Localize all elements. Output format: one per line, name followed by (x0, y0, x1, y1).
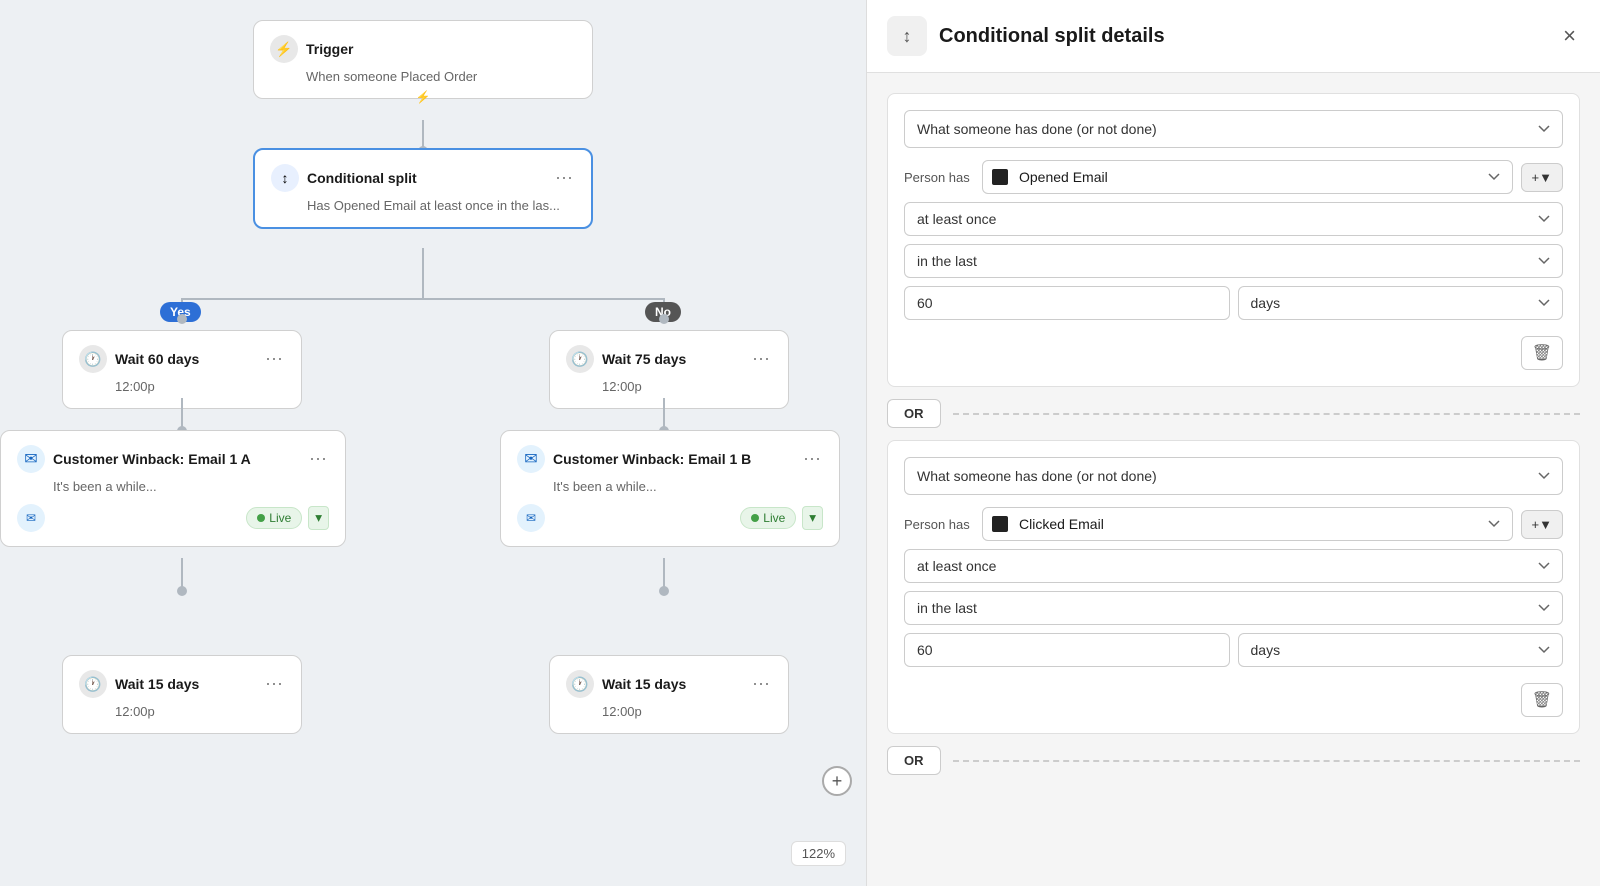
conn-v-left-2 (181, 398, 183, 428)
close-panel-btn[interactable]: × (1559, 19, 1580, 53)
wait-no-1-node: 🕐 Wait 75 days ⋯ 12:00p (549, 330, 789, 409)
panel-title: Conditional split details (939, 25, 1547, 48)
or-btn-2[interactable]: OR (887, 746, 941, 775)
time-select-1[interactable]: in the last (904, 244, 1563, 278)
wait-yes-2-node: 🕐 Wait 15 days ⋯ 12:00p (62, 655, 302, 734)
email-yes-1-menu[interactable]: ⋯ (307, 447, 329, 472)
wait-no-2-time: 12:00p (566, 704, 772, 719)
email-yes-icon: ✉ (17, 445, 45, 473)
panel-split-icon: ↕ (887, 16, 927, 56)
wait-no-1-time: 12:00p (566, 379, 772, 394)
panel-header: ↕ Conditional split details × (867, 0, 1600, 73)
email-yes-1-node[interactable]: ✉ Customer Winback: Email 1 A ⋯ It's bee… (0, 430, 346, 547)
delete-btn-1[interactable]: 🗑 (1521, 336, 1563, 370)
delete-btn-2[interactable]: 🗑 (1521, 683, 1563, 717)
email-yes-1-live: Live (246, 507, 302, 529)
or-line-2 (953, 760, 1581, 762)
or-line-1 (953, 413, 1581, 415)
number-row-2: days (904, 633, 1563, 667)
wait-no-2-node: 🕐 Wait 15 days ⋯ 12:00p (549, 655, 789, 734)
wait-yes-2-time: 12:00p (79, 704, 285, 719)
conditional-node[interactable]: ↕ Conditional split ⋯ Has Opened Email a… (253, 148, 593, 229)
right-panel: ↕ Conditional split details × What someo… (866, 0, 1600, 886)
filter-btn-2[interactable]: +▼ (1521, 510, 1563, 539)
email-yes-1-live-dropdown[interactable]: ▾ (308, 506, 329, 530)
conditional-icon: ↕ (271, 164, 299, 192)
email-no-1-live: Live (740, 507, 796, 529)
number-input-1[interactable] (904, 286, 1230, 320)
conn-v-right-2 (663, 398, 665, 428)
email-yes-1-footer-icon: ✉ (17, 504, 45, 532)
or-divider-1: OR (887, 399, 1580, 428)
person-has-label-1: Person has (904, 170, 974, 185)
email-no-1-desc: It's been a while... (517, 479, 823, 494)
frequency-select-1[interactable]: at least once (904, 202, 1563, 236)
condition-row-2: Person has Clicked Email +▼ (904, 507, 1563, 541)
or-divider-2: OR (887, 746, 1580, 775)
frequency-select-2[interactable]: at least once (904, 549, 1563, 583)
action-select-wrapper-1: Opened Email (982, 160, 1513, 194)
action-select-1[interactable]: Opened Email (982, 160, 1513, 194)
zoom-indicator: 122% (791, 841, 846, 866)
condition-block-1: What someone has done (or not done) Pers… (887, 93, 1580, 387)
unit-select-1[interactable]: days (1238, 286, 1564, 320)
wait-yes-2-title: Wait 15 days (115, 676, 255, 692)
email-no-1-live-dropdown[interactable]: ▾ (802, 506, 823, 530)
number-input-2[interactable] (904, 633, 1230, 667)
wait-yes-1-menu[interactable]: ⋯ (263, 347, 285, 372)
time-select-2[interactable]: in the last (904, 591, 1563, 625)
email-no-1-node[interactable]: ✉ Customer Winback: Email 1 B ⋯ It's bee… (500, 430, 840, 547)
email-no-1-title: Customer Winback: Email 1 B (553, 451, 793, 467)
connector-h1 (181, 298, 664, 300)
main-select-2[interactable]: What someone has done (or not done) (904, 457, 1563, 495)
condition-block-2: What someone has done (or not done) Pers… (887, 440, 1580, 734)
connector-v2 (422, 248, 424, 298)
add-node-btn[interactable]: + (822, 766, 852, 796)
canvas-area: ⚡ Trigger When someone Placed Order ⚡ ↕ … (0, 0, 866, 886)
trigger-title: Trigger (306, 41, 576, 57)
email-no-1-menu[interactable]: ⋯ (801, 447, 823, 472)
dot-right-3 (659, 586, 669, 596)
conditional-menu-btn[interactable]: ⋯ (553, 166, 575, 191)
wait-yes-1-time: 12:00p (79, 379, 285, 394)
unit-select-2[interactable]: days (1238, 633, 1564, 667)
wait-yes-2-menu[interactable]: ⋯ (263, 672, 285, 697)
wait-yes-1-icon: 🕐 (79, 345, 107, 373)
trigger-node: ⚡ Trigger When someone Placed Order ⚡ (253, 20, 593, 99)
wait-no-2-title: Wait 15 days (602, 676, 742, 692)
dot-left-3 (177, 586, 187, 596)
wait-no-1-icon: 🕐 (566, 345, 594, 373)
conn-v-left-3 (181, 558, 183, 588)
email-no-1-footer-icon: ✉ (517, 504, 545, 532)
condition-row-1: Person has Opened Email +▼ (904, 160, 1563, 194)
panel-body: What someone has done (or not done) Pers… (867, 73, 1600, 886)
person-has-label-2: Person has (904, 517, 974, 532)
wait-yes-1-title: Wait 60 days (115, 351, 255, 367)
dot-left (177, 314, 187, 324)
number-row-1: days (904, 286, 1563, 320)
dot-right (659, 314, 669, 324)
filter-btn-1[interactable]: +▼ (1521, 163, 1563, 192)
trigger-description: When someone Placed Order (270, 69, 576, 84)
wait-no-1-menu[interactable]: ⋯ (750, 347, 772, 372)
main-select-1[interactable]: What someone has done (or not done) (904, 110, 1563, 148)
email-yes-1-desc: It's been a while... (17, 479, 329, 494)
wait-no-1-title: Wait 75 days (602, 351, 742, 367)
wait-yes-2-icon: 🕐 (79, 670, 107, 698)
conditional-description: Has Opened Email at least once in the la… (271, 198, 575, 213)
action-select-wrapper-2: Clicked Email (982, 507, 1513, 541)
conn-v-right-3 (663, 558, 665, 588)
email-no-icon: ✉ (517, 445, 545, 473)
or-btn-1[interactable]: OR (887, 399, 941, 428)
wait-no-2-menu[interactable]: ⋯ (750, 672, 772, 697)
conditional-title: Conditional split (307, 170, 545, 186)
email-yes-1-title: Customer Winback: Email 1 A (53, 451, 299, 467)
action-select-2[interactable]: Clicked Email (982, 507, 1513, 541)
wait-no-2-icon: 🕐 (566, 670, 594, 698)
trigger-icon: ⚡ (270, 35, 298, 63)
